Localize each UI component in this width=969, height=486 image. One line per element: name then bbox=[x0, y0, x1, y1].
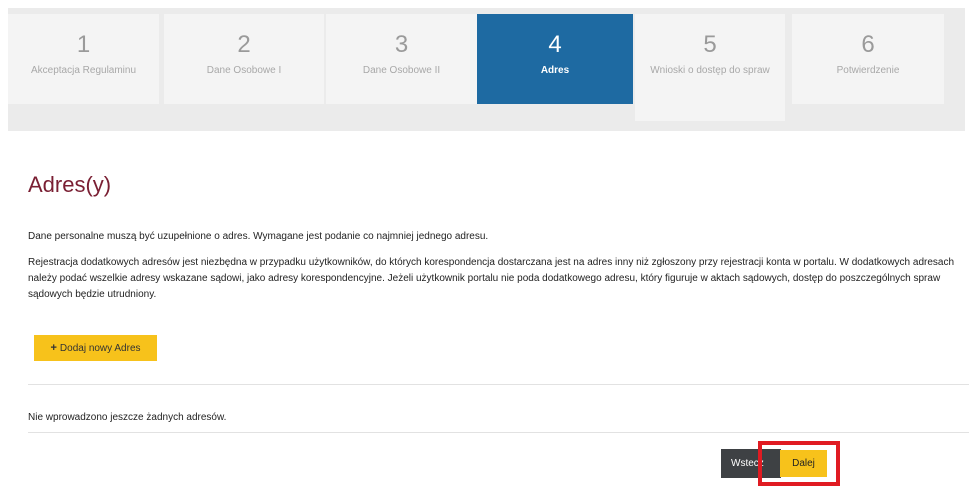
step-number: 3 bbox=[394, 31, 409, 58]
step-label: Wnioski o dostęp do spraw bbox=[650, 65, 770, 76]
wizard-step-3[interactable]: 3 Dane Osobowe II bbox=[326, 14, 477, 104]
step-number: 4 bbox=[548, 31, 562, 58]
add-address-button[interactable]: + Dodaj nowy Adres bbox=[34, 335, 157, 361]
wizard-steps: 1 Akceptacja Regulaminu 2 Dane Osobowe I… bbox=[8, 8, 965, 131]
step-label: Adres bbox=[540, 65, 570, 76]
step-number: 6 bbox=[861, 31, 875, 58]
next-button[interactable]: Dalej bbox=[780, 450, 827, 477]
wizard-step-4-active[interactable]: 4 Adres bbox=[477, 14, 633, 104]
step-label: Akceptacja Regulaminu bbox=[30, 65, 137, 76]
step-label: Dane Osobowe II bbox=[362, 65, 441, 76]
plus-icon: + bbox=[50, 342, 57, 354]
info-text: Rejestracja dodatkowych adresów jest nie… bbox=[28, 257, 955, 300]
registration-wizard: 1 Akceptacja Regulaminu 2 Dane Osobowe I… bbox=[8, 8, 969, 486]
step-number: 5 bbox=[703, 31, 717, 58]
wizard-step-6[interactable]: 6 Potwierdzenie bbox=[792, 14, 944, 104]
wizard-step-2[interactable]: 2 Dane Osobowe I bbox=[164, 14, 324, 104]
divider bbox=[28, 384, 969, 385]
step-number: 1 bbox=[76, 31, 91, 58]
divider bbox=[28, 432, 969, 433]
step-label: Dane Osobowe I bbox=[206, 65, 282, 76]
intro-text: Dane personalne muszą być uzupełnione o … bbox=[28, 231, 489, 242]
step-number: 2 bbox=[237, 31, 251, 58]
wizard-step-1[interactable]: 1 Akceptacja Regulaminu bbox=[8, 14, 159, 104]
empty-addresses-message: Nie wprowadzono jeszcze żadnych adresów. bbox=[28, 412, 227, 423]
add-address-label: Dodaj nowy Adres bbox=[59, 342, 141, 354]
wizard-step-5[interactable]: 5 Wnioski o dostęp do spraw bbox=[635, 14, 785, 121]
page-title: Adres(y) bbox=[28, 172, 112, 197]
step-label: Potwierdzenie bbox=[836, 65, 900, 76]
